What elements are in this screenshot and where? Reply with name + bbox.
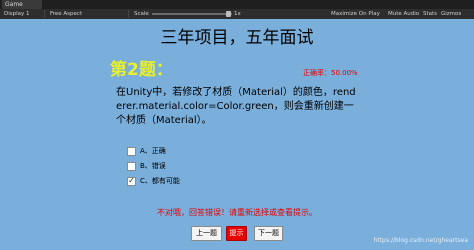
maximize-on-play-toggle[interactable]: Maximize On Play [331, 9, 380, 19]
scale-slider-track[interactable] [152, 13, 232, 15]
option-b[interactable]: B、错误 [127, 160, 166, 172]
accuracy-rate: 正确率：50.00% [303, 69, 358, 77]
tab-bar: Game [0, 0, 474, 9]
option-b-label: B、错误 [140, 162, 166, 170]
page-title: 三年项目，五年面试 [160, 28, 314, 48]
prev-question-button[interactable]: 上一题 [191, 226, 222, 241]
option-c[interactable]: ✓ C、都有可能 [127, 175, 180, 187]
option-a-checkbox[interactable] [127, 146, 136, 156]
separator [44, 10, 45, 18]
option-c-label: C、都有可能 [140, 177, 180, 185]
scale-value: 1x [234, 11, 241, 17]
checkmark-icon: ✓ [128, 176, 135, 185]
tab-game[interactable]: Game [2, 0, 42, 9]
display-dropdown[interactable]: Display 1 [4, 9, 30, 19]
mute-audio-toggle[interactable]: Mute Audio [388, 9, 419, 19]
option-b-checkbox[interactable] [127, 161, 136, 171]
scale-label: Scale [134, 11, 149, 17]
hint-button[interactable]: 提示 [226, 226, 247, 241]
separator [128, 10, 129, 18]
option-a-label: A、正确 [140, 147, 166, 155]
next-question-button[interactable]: 下一题 [254, 226, 283, 241]
game-toolbar: Display 1 Free Aspect Scale 1x Maximize … [0, 9, 474, 19]
question-number: 第2题： [110, 60, 173, 80]
option-a[interactable]: A、正确 [127, 145, 166, 157]
scale-slider-handle[interactable] [226, 11, 231, 17]
option-c-checkbox[interactable]: ✓ [127, 176, 136, 186]
game-tab-label: Game [5, 1, 23, 8]
question-text: 在Unity中，若修改了材质（Material）的颜色，renderer.mat… [116, 87, 356, 126]
stats-toggle[interactable]: Stats [423, 9, 437, 19]
feedback-message: 不对哦，回答错误！请重新选择或查看提示。 [157, 208, 317, 217]
watermark: https://blog.csdn.net/gheartsea [373, 237, 468, 244]
aspect-dropdown[interactable]: Free Aspect [50, 9, 82, 19]
gizmos-dropdown[interactable]: Gizmos [441, 9, 461, 19]
